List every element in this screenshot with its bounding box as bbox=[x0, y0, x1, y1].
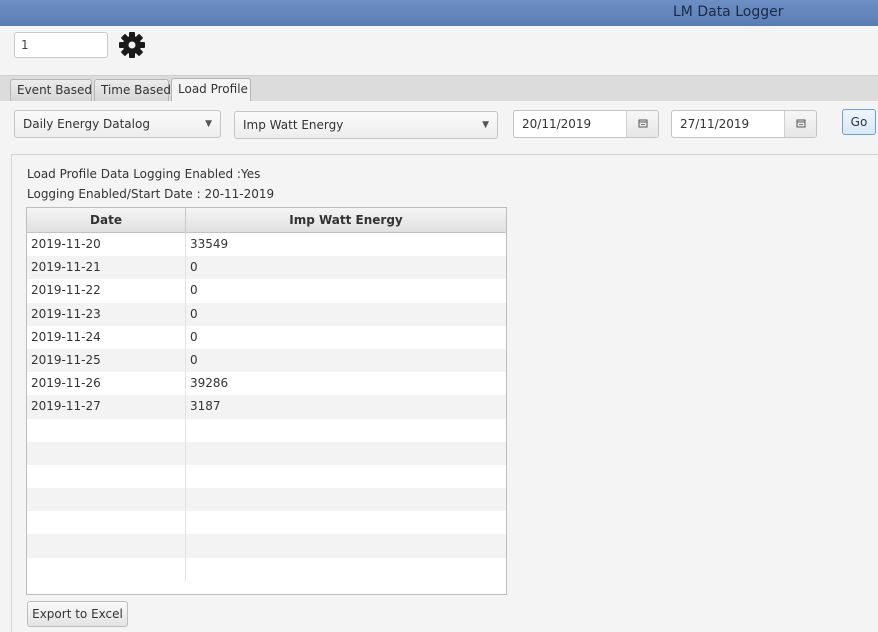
to-date-value: 27/11/2019 bbox=[680, 117, 750, 131]
profile-type-value: Daily Energy Datalog bbox=[23, 117, 150, 131]
table-header: Date Imp Watt Energy bbox=[27, 208, 506, 233]
date-cell bbox=[27, 511, 186, 535]
to-date-picker[interactable]: 27/11/2019 bbox=[671, 110, 817, 138]
date-cell bbox=[27, 418, 186, 442]
export-to-excel-button[interactable]: Export to Excel bbox=[27, 601, 128, 627]
results-panel: Load Profile Data Logging Enabled :Yes L… bbox=[11, 154, 878, 632]
toolbar: Daily Energy Datalog ▼ Imp Watt Energy ▼… bbox=[0, 101, 878, 147]
date-cell: 2019-11-22 bbox=[27, 279, 186, 303]
table-row[interactable]: 2019-11-26 39286 bbox=[27, 372, 506, 396]
date-cell: 2019-11-23 bbox=[27, 302, 186, 326]
data-table[interactable]: Date Imp Watt Energy 2019-11-20 33549 2019… bbox=[26, 207, 507, 595]
window-title: LM Data Logger bbox=[673, 4, 784, 20]
table-body: 2019-11-20 33549 2019-11-21 0 2019-11-22 0 201… bbox=[27, 233, 506, 581]
tab-event-based[interactable]: Event Based bbox=[10, 79, 92, 101]
table-row[interactable]: 2019-11-24 0 bbox=[27, 325, 506, 349]
imp-watt-energy-cell bbox=[186, 442, 506, 465]
date-cell bbox=[27, 441, 186, 465]
parameter-select[interactable]: Imp Watt Energy ▼ bbox=[234, 111, 498, 139]
date-cell bbox=[27, 557, 186, 581]
date-cell: 2019-11-26 bbox=[27, 372, 186, 396]
imp-watt-energy-cell: 0 bbox=[190, 260, 198, 275]
table-row[interactable]: 2019-11-27 3187 bbox=[27, 395, 506, 419]
imp-watt-energy-cell: 0 bbox=[190, 306, 198, 321]
imp-watt-energy-cell bbox=[186, 465, 506, 488]
gear-icon[interactable] bbox=[117, 30, 147, 60]
date-cell: 2019-11-27 bbox=[27, 395, 186, 419]
table-row[interactable] bbox=[27, 557, 506, 581]
table-row[interactable] bbox=[27, 441, 506, 465]
top-bar bbox=[0, 26, 878, 76]
column-header-date[interactable]: Date bbox=[27, 208, 186, 233]
table-row[interactable]: 2019-11-25 0 bbox=[27, 348, 506, 373]
date-cell: 2019-11-24 bbox=[27, 325, 186, 349]
imp-watt-energy-cell bbox=[186, 488, 506, 511]
imp-watt-energy-cell: 39286 bbox=[190, 376, 229, 391]
tab-load-profile[interactable]: Load Profile bbox=[171, 78, 251, 102]
tab-strip: Event Based Time Based Load Profile bbox=[0, 76, 878, 102]
calendar-button[interactable] bbox=[626, 111, 658, 137]
parameter-value: Imp Watt Energy bbox=[243, 118, 344, 132]
date-cell: 2019-11-21 bbox=[27, 256, 186, 280]
date-cell bbox=[27, 534, 186, 558]
logging-start-date-text: Logging Enabled/Start Date : 20-11-2019 bbox=[27, 187, 275, 201]
table-row[interactable] bbox=[27, 464, 506, 489]
title-bar: LM Data Logger bbox=[0, 0, 878, 26]
imp-watt-energy-cell: 33549 bbox=[190, 237, 229, 251]
imp-watt-energy-cell bbox=[186, 419, 506, 442]
calendar-button[interactable] bbox=[784, 111, 816, 137]
imp-watt-energy-cell: 0 bbox=[190, 352, 198, 367]
table-row[interactable] bbox=[27, 418, 506, 442]
date-cell bbox=[27, 488, 186, 512]
from-date-picker[interactable]: 20/11/2019 bbox=[513, 110, 659, 138]
table-row[interactable]: 2019-11-22 0 bbox=[27, 279, 506, 303]
date-cell: 2019-11-20 bbox=[27, 233, 186, 257]
imp-watt-energy-cell: 0 bbox=[190, 283, 198, 298]
calendar-icon bbox=[796, 119, 806, 128]
profile-type-select[interactable]: Daily Energy Datalog ▼ bbox=[14, 110, 221, 138]
chevron-down-icon: ▼ bbox=[482, 120, 489, 130]
table-row[interactable] bbox=[27, 511, 506, 535]
tab-time-based[interactable]: Time Based bbox=[94, 79, 171, 101]
logging-enabled-text: Load Profile Data Logging Enabled :Yes bbox=[27, 167, 261, 181]
table-row[interactable] bbox=[27, 534, 506, 558]
chevron-down-icon: ▼ bbox=[205, 119, 212, 129]
imp-watt-energy-cell: 3187 bbox=[190, 399, 221, 414]
table-row[interactable]: 2019-11-21 0 bbox=[27, 256, 506, 280]
go-button[interactable]: Go bbox=[842, 109, 876, 135]
table-row[interactable]: 2019-11-20 33549 bbox=[27, 233, 506, 257]
calendar-icon bbox=[638, 119, 648, 128]
table-row[interactable]: 2019-11-23 0 bbox=[27, 302, 506, 326]
date-cell: 2019-11-25 bbox=[27, 348, 186, 373]
date-cell bbox=[27, 464, 186, 489]
imp-watt-energy-cell: 0 bbox=[190, 329, 198, 344]
table-row[interactable] bbox=[27, 488, 506, 512]
device-id-input[interactable] bbox=[14, 32, 108, 58]
imp-watt-energy-cell bbox=[186, 511, 506, 534]
imp-watt-energy-cell bbox=[186, 558, 506, 581]
column-header-imp-watt-energy[interactable]: Imp Watt Energy bbox=[186, 208, 506, 233]
from-date-value: 20/11/2019 bbox=[522, 117, 592, 131]
imp-watt-energy-cell bbox=[186, 534, 506, 557]
